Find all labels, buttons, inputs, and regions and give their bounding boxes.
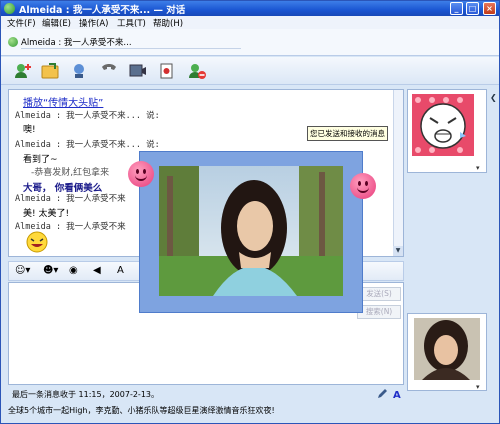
svg-text:▾: ▾ bbox=[476, 164, 480, 172]
menu-actions[interactable]: 操作(A) bbox=[79, 17, 108, 29]
pink-smiley-icon bbox=[128, 161, 154, 187]
ad-banner[interactable]: 全球5个城市一起High，李克勤、小猪乐队等超级巨星演绎激情音乐狂欢夜! bbox=[8, 405, 488, 419]
user-photo: ▾ bbox=[414, 318, 480, 391]
chat-window: Almeida : 我一人承受不来... — 对话 _ □ × 文件(F) 编辑… bbox=[0, 0, 500, 424]
video-icon[interactable] bbox=[128, 61, 148, 81]
cartoon-avatar-icon: ▾ bbox=[412, 94, 480, 172]
font-icon[interactable]: A bbox=[117, 265, 124, 276]
contact-avatar[interactable]: ▾ bbox=[407, 89, 487, 173]
add-contact-icon[interactable] bbox=[13, 61, 33, 81]
menu-edit[interactable]: 编辑(E) bbox=[42, 17, 71, 29]
contact-divider bbox=[21, 48, 241, 49]
status-bar: 最后一条消息收于 11:15，2007-2-13。 A bbox=[8, 387, 404, 401]
menu-help[interactable]: 帮助(H) bbox=[153, 17, 183, 29]
scroll-down-arrow-icon[interactable]: ▼ bbox=[393, 246, 403, 256]
menu-tools[interactable]: 工具(T) bbox=[117, 17, 146, 29]
contact-bar: Almeida : 我一人承受不来... bbox=[1, 29, 499, 56]
portrait-photo bbox=[159, 166, 343, 296]
message-text: 美! 太美了! bbox=[23, 209, 70, 219]
menu-file[interactable]: 文件(F) bbox=[7, 17, 36, 29]
photo-popup-image bbox=[159, 166, 343, 296]
emoticon-icon[interactable]: ☺▾ bbox=[15, 265, 30, 276]
contact-name: Almeida : 我一人承受不来... bbox=[21, 38, 132, 48]
toolbar bbox=[1, 57, 499, 85]
play-emotion-link[interactable]: 播放“传情大头贴” bbox=[23, 94, 103, 109]
messenger-icon bbox=[4, 3, 15, 14]
collapse-arrow-icon[interactable]: ❮ bbox=[490, 93, 498, 103]
pink-smiley-icon bbox=[350, 173, 376, 199]
close-button[interactable]: × bbox=[483, 2, 496, 15]
voice-call-icon[interactable] bbox=[69, 61, 89, 81]
menu-bar: 文件(F) 编辑(E) 操作(A) 工具(T) 帮助(H) bbox=[1, 16, 499, 29]
laughing-face-icon bbox=[26, 231, 48, 253]
svg-text:▾: ▾ bbox=[476, 383, 480, 390]
message-header: Almeida : 我一人承受不来 bbox=[15, 194, 126, 204]
font-style-icon[interactable]: A bbox=[391, 388, 403, 400]
title-bar: Almeida : 我一人承受不来... — 对话 _ □ × bbox=[1, 1, 499, 16]
online-status-icon bbox=[8, 37, 18, 47]
svg-text:A: A bbox=[393, 390, 401, 400]
maximize-button[interactable]: □ bbox=[466, 2, 479, 15]
search-button[interactable]: 搜索(N) bbox=[357, 305, 401, 319]
window-title: Almeida : 我一人承受不来... — 对话 bbox=[19, 5, 186, 16]
voice-clip-icon[interactable]: ◀ bbox=[93, 265, 101, 276]
block-icon[interactable] bbox=[187, 61, 207, 81]
my-avatar[interactable]: ▾ bbox=[407, 313, 487, 391]
last-message-time: 最后一条消息收于 11:15，2007-2-13。 bbox=[12, 390, 159, 399]
message-text: 噢! bbox=[23, 125, 36, 135]
nudge-icon[interactable]: ◉ bbox=[69, 265, 78, 276]
message-header: Almeida : 我一人承受不来... 说: bbox=[15, 111, 160, 121]
conversation-scrollbar[interactable] bbox=[393, 90, 403, 256]
send-file-icon[interactable] bbox=[40, 61, 60, 81]
wink-icon[interactable]: ☻▾ bbox=[43, 265, 58, 276]
message-text: 看到了~ bbox=[23, 155, 58, 165]
message-text: -恭喜发财,红包拿来 bbox=[31, 168, 110, 178]
send-button[interactable]: 发送(S) bbox=[357, 287, 401, 301]
minimize-button[interactable]: _ bbox=[450, 2, 463, 15]
message-header: Almeida : 我一人承受不来... 说: bbox=[15, 140, 160, 150]
tooltip: 您已发送和接收的消息 bbox=[307, 126, 388, 141]
game-icon[interactable] bbox=[157, 61, 177, 81]
pen-icon[interactable] bbox=[376, 388, 388, 400]
phone-icon[interactable] bbox=[99, 61, 119, 81]
